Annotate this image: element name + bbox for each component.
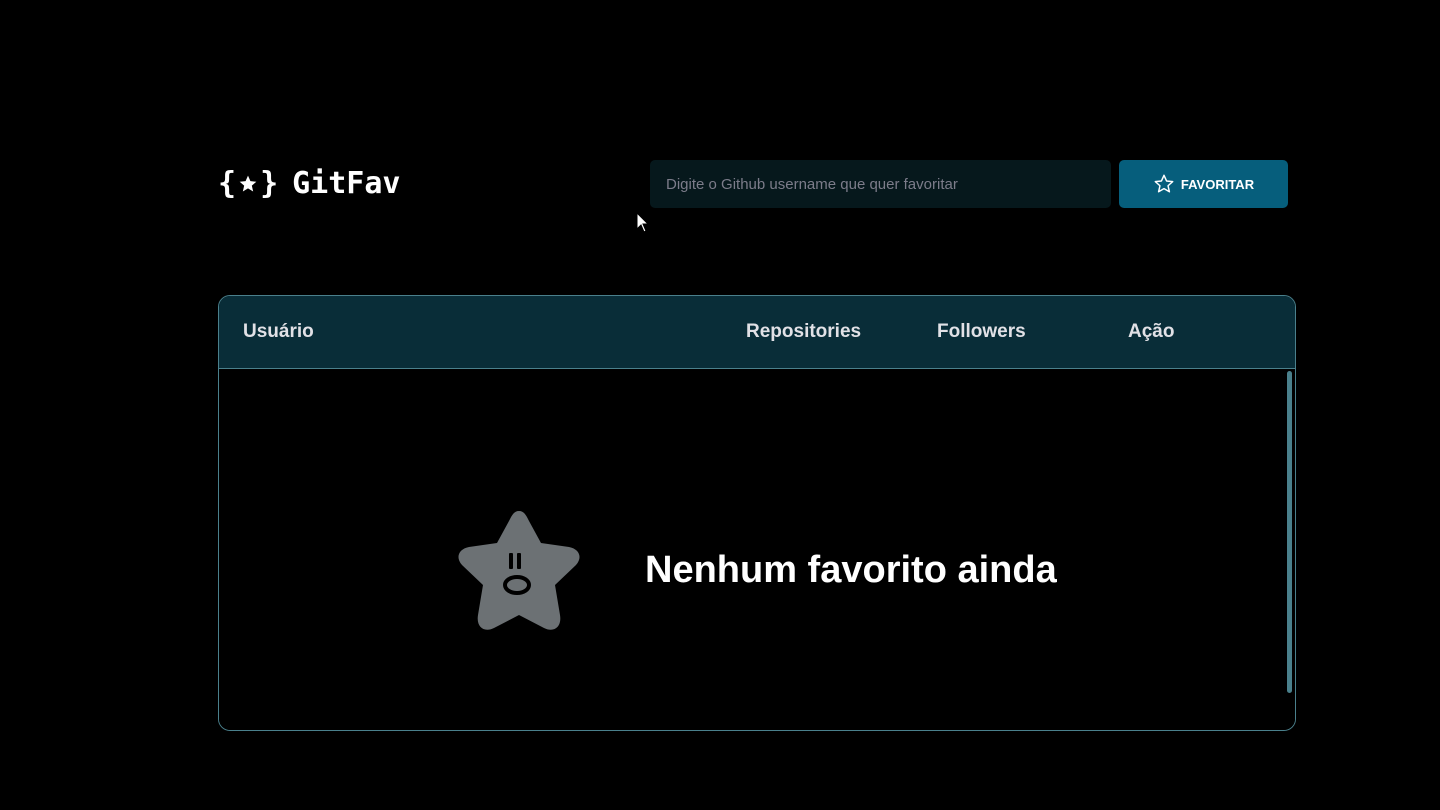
logo: { } GitFav (218, 166, 401, 201)
table-body: Nenhum favorito ainda (219, 369, 1295, 730)
column-header-followers: Followers (937, 321, 1026, 342)
favorite-button[interactable]: FAVORITAR (1119, 160, 1288, 208)
empty-message: Nenhum favorito ainda (645, 548, 1057, 591)
header: { } GitFav FAVORITAR (218, 160, 1288, 208)
logo-text: GitFav (292, 166, 401, 201)
column-header-user: Usuário (243, 321, 314, 342)
mouse-pointer-icon (636, 212, 650, 233)
table-scrollbar[interactable] (1287, 371, 1292, 693)
star-face-icon (458, 511, 580, 630)
column-header-repositories: Repositories (746, 321, 862, 342)
logo-star-icon (239, 175, 257, 191)
table-header: Usuário Repositories Followers Ação (219, 296, 1295, 369)
empty-state: Nenhum favorito ainda (451, 505, 1057, 635)
search-input[interactable] (650, 160, 1111, 208)
app-root: { } GitFav FAVORITAR Usuário Repositorie… (0, 0, 1440, 810)
star-outline-icon (1154, 174, 1174, 193)
favorite-button-label: FAVORITAR (1180, 176, 1255, 192)
star-braces-icon: { } (218, 165, 279, 201)
favorites-table: Usuário Repositories Followers Ação Nenh… (218, 295, 1296, 731)
column-header-action: Ação (1128, 321, 1175, 342)
